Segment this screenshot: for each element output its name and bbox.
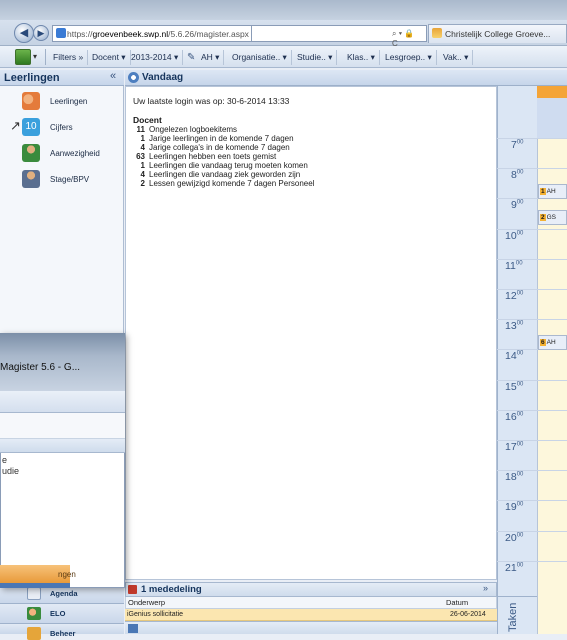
column-header-date[interactable]: Datum [446, 598, 468, 607]
lesgroep-dropdown[interactable]: Lesgroep.. ▾ [381, 50, 437, 65]
today-icon [128, 72, 139, 83]
agenda-hours-column [497, 86, 537, 596]
agenda-appointment[interactable]: 6 AH [538, 335, 567, 350]
overlay-text: udie [2, 466, 20, 476]
attendance-icon [22, 144, 40, 162]
overlay-band [0, 413, 125, 439]
overlay-text: e [2, 455, 8, 465]
agenda-header [497, 70, 567, 86]
site-favicon-icon [56, 28, 66, 38]
agenda-hour-line [497, 138, 567, 139]
table-row[interactable]: iGenius sollicitatie 26-06-2014 [125, 609, 497, 621]
stat-row[interactable]: 1 Leerlingen die vandaag terug moeten kom… [133, 161, 308, 170]
column-header-subject[interactable]: Onderwerp [128, 598, 165, 607]
agenda-hour-label: 2100 [505, 562, 524, 574]
page-title: Vandaag [125, 70, 497, 86]
sidebar-item-label: Leerlingen [50, 97, 88, 106]
magister-menu-icon[interactable] [15, 49, 31, 65]
announcement-date: 26-06-2014 [450, 611, 486, 618]
grades-icon: 10 [22, 118, 40, 136]
tab-favicon-icon [432, 28, 442, 38]
sidebar-item-label: Cijfers [50, 123, 73, 132]
elo-icon [27, 607, 41, 620]
browser-tab[interactable]: Christelijk College Groeve... [428, 24, 567, 43]
nav-label: Agenda [50, 589, 78, 598]
panel-icon [128, 624, 138, 633]
sidebar-item-leerlingen[interactable]: Leerlingen [6, 92, 118, 114]
stat-row[interactable]: 63 Leerlingen hebben een toets gemist [133, 152, 276, 161]
agenda-hour-label: 1300 [505, 320, 524, 332]
section-heading: Docent [133, 115, 162, 125]
announcement-subject: iGenius sollicitatie [127, 611, 184, 618]
agenda-appointment[interactable]: 1 AH [538, 184, 567, 199]
calendar-icon [27, 587, 41, 600]
announcements-columns: Onderwerp Datum [125, 597, 497, 609]
sidebar-item-label: Aanwezigheid [50, 149, 100, 158]
sidebar-item-cijfers[interactable]: 10 Cijfers [6, 118, 118, 140]
agenda-hour-label: 800 [511, 169, 524, 181]
students-icon [22, 92, 40, 110]
stat-row[interactable]: 2 Lessen gewijzigd komende 7 dagen Person… [133, 179, 315, 188]
forward-button[interactable]: ▶ [33, 25, 49, 41]
agenda-hour-label: 2000 [505, 532, 524, 544]
last-login-text: Uw laatste login was op: 30-6-2014 13:33 [133, 96, 290, 106]
overlay-toolbar [0, 391, 125, 413]
announcement-icon [128, 585, 137, 594]
agenda-hour-label: 1400 [505, 350, 524, 362]
agenda-hour-label: 1500 [505, 381, 524, 393]
agenda-hour-label: 1100 [505, 260, 523, 272]
browser-titlebar [0, 0, 567, 20]
agenda-appointment[interactable]: 2 GS [538, 210, 567, 225]
stat-row[interactable]: 1 Jarige leerlingen in de komende 7 dagen [133, 134, 294, 143]
overlay-band [0, 439, 125, 453]
stat-row[interactable]: 11 Ongelezen logboekitems [133, 125, 238, 134]
overlay-nav-strip [0, 583, 70, 588]
schoolyear-dropdown[interactable]: 2013-2014 ▾ [127, 50, 184, 65]
pencil-icon: ✎ [187, 52, 196, 63]
agenda-hour-label: 700 [511, 139, 524, 151]
studie-dropdown[interactable]: Studie.. ▾ [293, 50, 338, 65]
ah-dropdown[interactable]: AH ▾ [197, 50, 225, 65]
agenda-hour-label: 1900 [505, 501, 524, 513]
stat-row[interactable]: 4 Leerlingen die vandaag ziek geworden zi… [133, 170, 301, 179]
collapse-announcements-icon[interactable]: » [483, 583, 488, 593]
url-tools[interactable]: ⌕ ▾ 🔒 C [252, 25, 427, 48]
lower-panel-header[interactable] [125, 621, 497, 634]
docent-dropdown[interactable]: Docent ▾ [88, 50, 131, 65]
sidebar-item-aanwezigheid[interactable]: Aanwezigheid [6, 144, 118, 166]
klas-dropdown[interactable]: Klas.. ▾ [343, 50, 380, 65]
stat-row[interactable]: 4 Jarige collega's in de komende 7 dagen [133, 143, 290, 152]
internship-icon [22, 170, 40, 188]
agenda-hour-label: 1700 [505, 441, 524, 453]
agenda-today-bar [537, 86, 567, 98]
filters-button[interactable]: Filters » [49, 50, 89, 65]
sidebar-title: Leerlingen [0, 70, 124, 86]
vak-dropdown[interactable]: Vak.. ▾ [439, 50, 474, 65]
nav-beheer[interactable]: Beheer [0, 623, 124, 640]
sidebar-item-label: Stage/BPV [50, 175, 90, 184]
announcements-header[interactable]: 1 mededeling [125, 582, 497, 597]
back-button[interactable]: ◀ [14, 23, 34, 43]
agenda-hour-label: 1200 [505, 290, 524, 302]
agenda-day-header [537, 98, 567, 138]
menu-caret-icon[interactable]: ▾ [33, 52, 37, 61]
agenda-hour-line [497, 168, 567, 169]
organisatie-dropdown[interactable]: Organisatie.. ▾ [228, 50, 292, 65]
taken-label: Taken [507, 602, 519, 632]
agenda-hour-label: 1000 [505, 230, 524, 242]
overlay-nav-label: ngen [58, 570, 76, 579]
agenda-hour-label: 1800 [505, 471, 524, 483]
overlay-title: Magister 5.6 - G... [0, 362, 81, 373]
url-field[interactable]: https://groevenbeek.swp.nl/5.6.26/magist… [52, 25, 252, 42]
collapse-sidebar-icon[interactable]: « [110, 70, 116, 82]
cursor-icon: ↗ [10, 118, 21, 133]
nav-label: ELO [50, 609, 66, 618]
agenda-hour-label: 1600 [505, 411, 524, 423]
nav-elo[interactable]: ELO [0, 603, 124, 623]
sidebar-item-stage-bpv[interactable]: Stage/BPV [6, 170, 118, 192]
agenda-hour-label: 900 [511, 199, 524, 211]
toolbar-divider [45, 49, 46, 65]
